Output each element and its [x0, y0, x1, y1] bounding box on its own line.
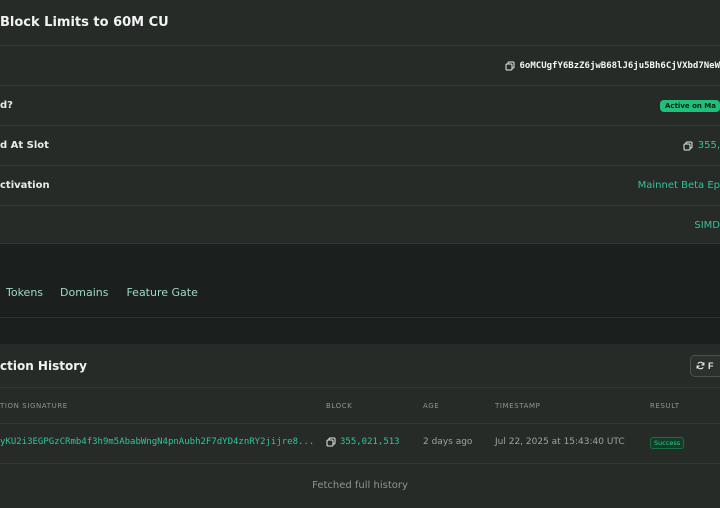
feature-details-card: Block Limits to 60M CU 6oMCUgfY6BzZ6jwB6…: [0, 0, 720, 244]
tab-tokens[interactable]: Tokens: [6, 286, 43, 299]
simd-link[interactable]: SIMD: [694, 220, 720, 231]
history-table-header: TION SIGNATURE BLOCK AGE TIMESTAMP RESUL…: [0, 388, 720, 424]
feature-row-simd: SIMD: [0, 206, 720, 244]
feature-row-activated: d? Active on Ma: [0, 86, 720, 126]
col-timestamp: TIMESTAMP: [495, 402, 541, 410]
col-signature: TION SIGNATURE: [0, 402, 68, 410]
transaction-signature-link[interactable]: yKU2i3EGPGzCRmb4f3h9m5AbabWngN4pnAubh2F7…: [0, 437, 314, 447]
table-row: yKU2i3EGPGzCRmb4f3h9m5AbabWngN4pnAubh2F7…: [0, 424, 720, 464]
transaction-age: 2 days ago: [423, 437, 473, 447]
cluster-activation-link[interactable]: Mainnet Beta Ep: [638, 180, 720, 191]
copy-icon[interactable]: [326, 437, 336, 447]
block-link[interactable]: 355,021,513: [340, 437, 400, 447]
active-status-badge: Active on Ma: [660, 99, 720, 112]
transaction-timestamp: Jul 22, 2025 at 15:43:40 UTC: [495, 437, 625, 447]
result-status-badge: Success: [650, 437, 685, 449]
feature-row-address: 6oMCUgfY6BzZ6jwB68lJ6ju5Bh6CjVXbd7NeW: [0, 46, 720, 86]
copy-icon[interactable]: [505, 61, 515, 71]
feature-address: 6oMCUgfY6BzZ6jwB68lJ6ju5Bh6CjVXbd7NeW: [519, 60, 720, 71]
col-block: BLOCK: [326, 402, 353, 410]
history-card-header: ction History F: [0, 344, 720, 388]
refresh-icon: [696, 361, 705, 370]
col-result: RESULT: [650, 402, 680, 410]
feature-row-activated-slot: d At Slot 355,: [0, 126, 720, 166]
feature-card-header: Block Limits to 60M CU: [0, 0, 720, 46]
tab-domains[interactable]: Domains: [60, 286, 108, 299]
activation-slot-link[interactable]: 355,: [698, 140, 720, 151]
row-label: ctivation: [0, 180, 50, 191]
page: Block Limits to 60M CU 6oMCUgfY6BzZ6jwB6…: [0, 0, 720, 508]
fetched-history-footer: Fetched full history: [312, 479, 408, 491]
feature-title: Block Limits to 60M CU: [0, 15, 169, 30]
feature-row-cluster-activation: ctivation Mainnet Beta Ep: [0, 166, 720, 206]
copy-icon[interactable]: [683, 141, 693, 151]
tab-feature-gate[interactable]: Feature Gate: [126, 286, 197, 299]
history-title: ction History: [0, 358, 87, 373]
refresh-button-label: F: [708, 360, 714, 371]
row-label: d At Slot: [0, 140, 49, 151]
transaction-history-card: ction History F TION SIGNATURE BLOCK AGE…: [0, 344, 720, 508]
col-age: AGE: [423, 402, 440, 410]
refresh-button[interactable]: F: [690, 354, 720, 377]
row-label: d?: [0, 100, 13, 111]
account-tabs: Tokens Domains Feature Gate: [0, 268, 720, 318]
